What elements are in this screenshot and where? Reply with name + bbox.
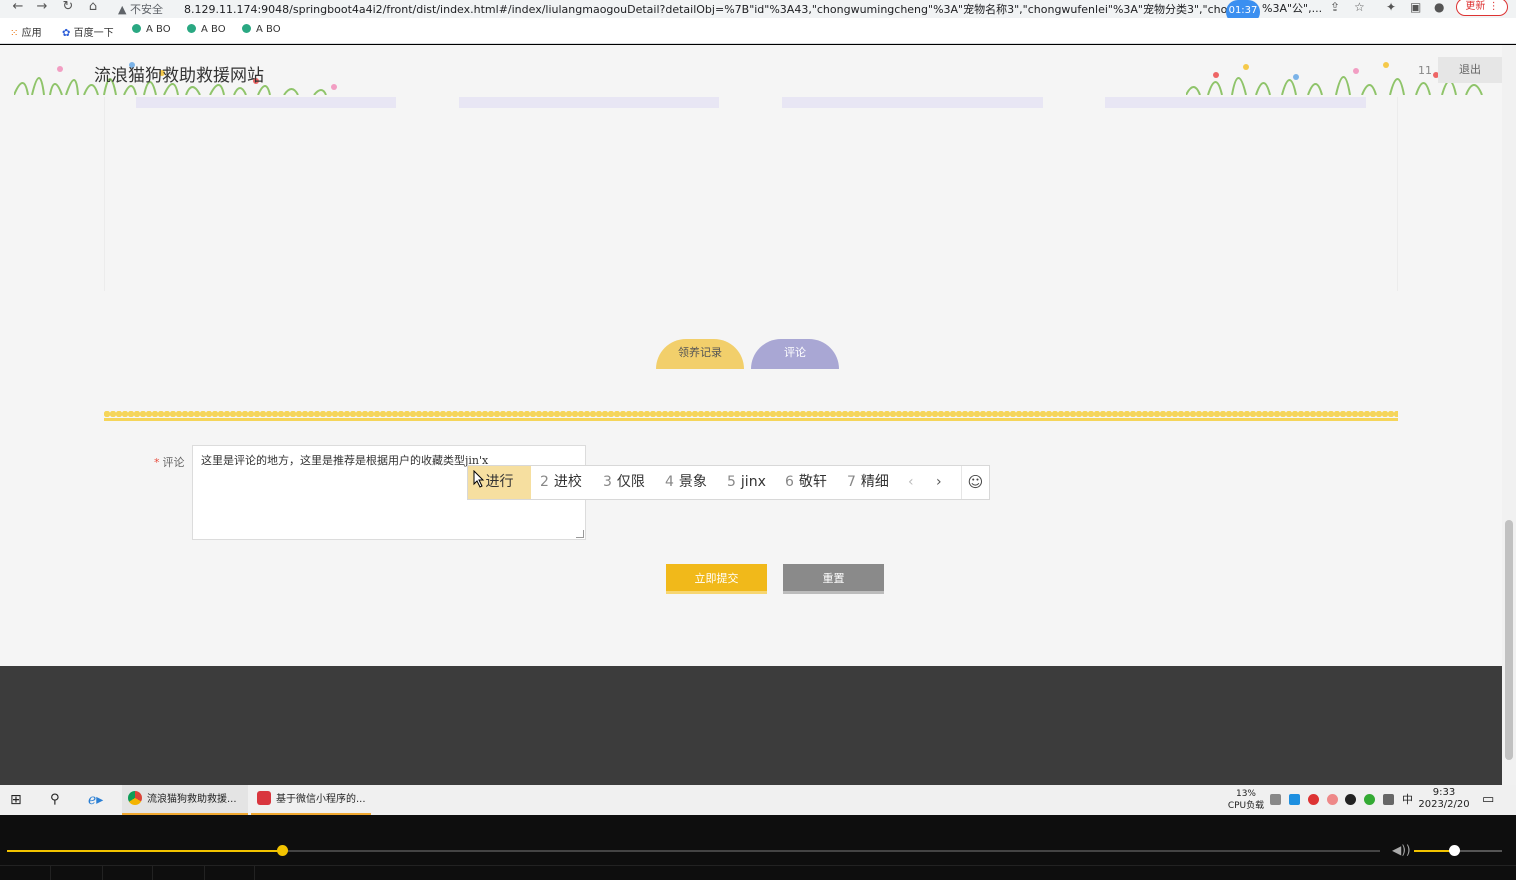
abo-icon <box>132 24 141 33</box>
strip-divider <box>254 866 255 880</box>
apps-grid-icon: ⁙ <box>10 28 19 39</box>
taskbar-app-wps[interactable]: 基于微信小程序的... <box>251 785 371 815</box>
screen: ← → ↻ ⌂ ▲ 不安全 8.129.11.174:9048/springbo… <box>0 0 1516 880</box>
ie-browser-icon[interactable]: ℯ▸ <box>88 785 103 815</box>
bookmark-baidu[interactable]: ✿ 百度一下 <box>62 24 114 39</box>
comment-label: * 评论 <box>154 456 185 469</box>
bookmark-abo-1[interactable]: A BO <box>132 24 171 35</box>
volume-fill <box>1414 850 1454 852</box>
url-field[interactable]: 8.129.11.174:9048/springboot4a4i2/front/… <box>184 1 1324 17</box>
scalloped-divider <box>104 411 1398 421</box>
site-header: 流浪猫狗救助救援网站 11 退出 <box>0 45 1502 97</box>
abo-icon <box>242 24 251 33</box>
video-player-bar: ◀)) <box>0 815 1516 880</box>
site-title[interactable]: 流浪猫狗救助救援网站 <box>94 61 264 86</box>
security-warning[interactable]: ▲ 不安全 <box>118 1 163 17</box>
strip-divider <box>204 866 205 880</box>
ime-prev-icon[interactable]: ‹ <box>908 466 914 499</box>
taskbar: ⊞ ⚲ ℯ▸ 流浪猫狗救助救援... 基于微信小程序的... 13% CPU负载 … <box>0 785 1516 815</box>
back-icon[interactable]: ← <box>10 0 26 16</box>
abo-icon <box>187 24 196 33</box>
logout-button[interactable]: 退出 <box>1438 57 1502 83</box>
notification-icon[interactable]: ▭ <box>1482 785 1494 815</box>
web-page: 流浪猫狗救助救援网站 11 退出 领养记录 评论 * 评论 这里是评论的地方，这里… <box>0 45 1502 785</box>
volume-icon[interactable]: ◀)) <box>1392 843 1411 857</box>
volume-slider[interactable] <box>1414 845 1502 856</box>
wps-icon <box>257 791 271 805</box>
network-icon[interactable] <box>1383 794 1394 805</box>
recommend-card[interactable] <box>782 97 1043 108</box>
tab-adoption-records[interactable]: 领养记录 <box>656 339 744 369</box>
ime-candidate-6[interactable]: 6 敬轩 <box>785 466 827 499</box>
ime-candidate-4[interactable]: 4 景象 <box>665 466 707 499</box>
star-icon[interactable]: ☆ <box>1354 0 1365 14</box>
ime-emoji-icon[interactable]: ☺ <box>961 466 989 499</box>
video-progress-fill <box>7 850 282 852</box>
strip-divider <box>50 866 51 880</box>
ime-candidate-7[interactable]: 7 精细 <box>847 466 889 499</box>
speaker-icon[interactable] <box>1270 794 1281 805</box>
chrome-icon <box>128 791 142 805</box>
extensions-icon[interactable]: ✦ <box>1386 0 1396 14</box>
mouse-cursor-icon <box>473 470 485 488</box>
update-button[interactable]: 更新 ⋮ <box>1456 0 1508 16</box>
strip-divider <box>152 866 153 880</box>
reset-button[interactable]: 重置 <box>783 564 884 594</box>
recommend-card[interactable] <box>1105 97 1366 108</box>
bookmarks-bar: ⁙ 应用 ✿ 百度一下 A BO A BO A BO <box>0 18 1516 44</box>
search-icon[interactable]: ⚲ <box>50 785 60 815</box>
qq-icon[interactable] <box>1345 794 1356 805</box>
forward-icon[interactable]: → <box>34 0 50 16</box>
recommend-panel <box>104 97 1398 291</box>
scrollbar-thumb[interactable] <box>1505 520 1513 760</box>
sidepanel-icon[interactable]: ▣ <box>1410 0 1421 14</box>
bookmark-apps[interactable]: ⁙ 应用 <box>10 24 42 39</box>
required-mark: * <box>154 456 160 469</box>
ime-candidate-bar: 进行 2 进校 3 仅限 4 景象 5 jinx 6 敬轩 7 精细 ‹ › ☺ <box>467 465 990 500</box>
user-indicator[interactable]: 11 <box>1418 64 1432 77</box>
bookmark-abo-2[interactable]: A BO <box>187 24 226 35</box>
strip-divider <box>102 866 103 880</box>
wechat-icon[interactable] <box>1364 794 1375 805</box>
site-footer <box>0 666 1502 785</box>
ime-indicator[interactable]: 中 <box>1402 785 1413 815</box>
profile-icon[interactable]: ● <box>1434 0 1444 14</box>
submit-button[interactable]: 立即提交 <box>666 564 767 594</box>
comment-text: 这里是评论的地方，这里是推荐是根据用户的收藏类型 <box>201 454 465 467</box>
security-icon[interactable] <box>1308 794 1319 805</box>
recommend-card[interactable] <box>459 97 719 108</box>
video-progress-bar[interactable] <box>7 845 1380 856</box>
ime-candidate-2[interactable]: 2 进校 <box>540 466 582 499</box>
ime-candidate-3[interactable]: 3 仅限 <box>603 466 645 499</box>
page-scrollbar[interactable] <box>1502 45 1516 785</box>
share-icon[interactable]: ⇪ <box>1330 0 1340 14</box>
taskbar-app-chrome[interactable]: 流浪猫狗救助救援... <box>122 785 248 815</box>
cpu-meter[interactable]: 13% CPU负载 <box>1224 788 1268 812</box>
windows-start-icon[interactable]: ⊞ <box>10 785 22 815</box>
tray-app-icon[interactable] <box>1327 794 1338 805</box>
clock[interactable]: 9:33 2023/2/20 <box>1418 787 1470 811</box>
url-tail: %3A"公",... <box>1262 2 1323 15</box>
resize-handle[interactable] <box>576 530 584 538</box>
baidu-paw-icon: ✿ <box>62 28 71 39</box>
reload-icon[interactable]: ↻ <box>60 0 76 16</box>
video-progress-knob[interactable] <box>276 845 288 856</box>
bookmark-abo-3[interactable]: A BO <box>242 24 281 35</box>
recommend-card[interactable] <box>136 97 396 108</box>
tab-comments[interactable]: 评论 <box>751 339 839 369</box>
ime-candidate-5[interactable]: 5 jinx <box>727 466 766 499</box>
tray-app-icon[interactable] <box>1289 794 1300 805</box>
ime-next-icon[interactable]: › <box>936 466 942 499</box>
volume-knob[interactable] <box>1448 845 1460 856</box>
browser-toolbar: ← → ↻ ⌂ ▲ 不安全 8.129.11.174:9048/springbo… <box>0 0 1516 24</box>
home-icon[interactable]: ⌂ <box>85 0 101 16</box>
player-bottom-strip <box>0 865 1516 880</box>
